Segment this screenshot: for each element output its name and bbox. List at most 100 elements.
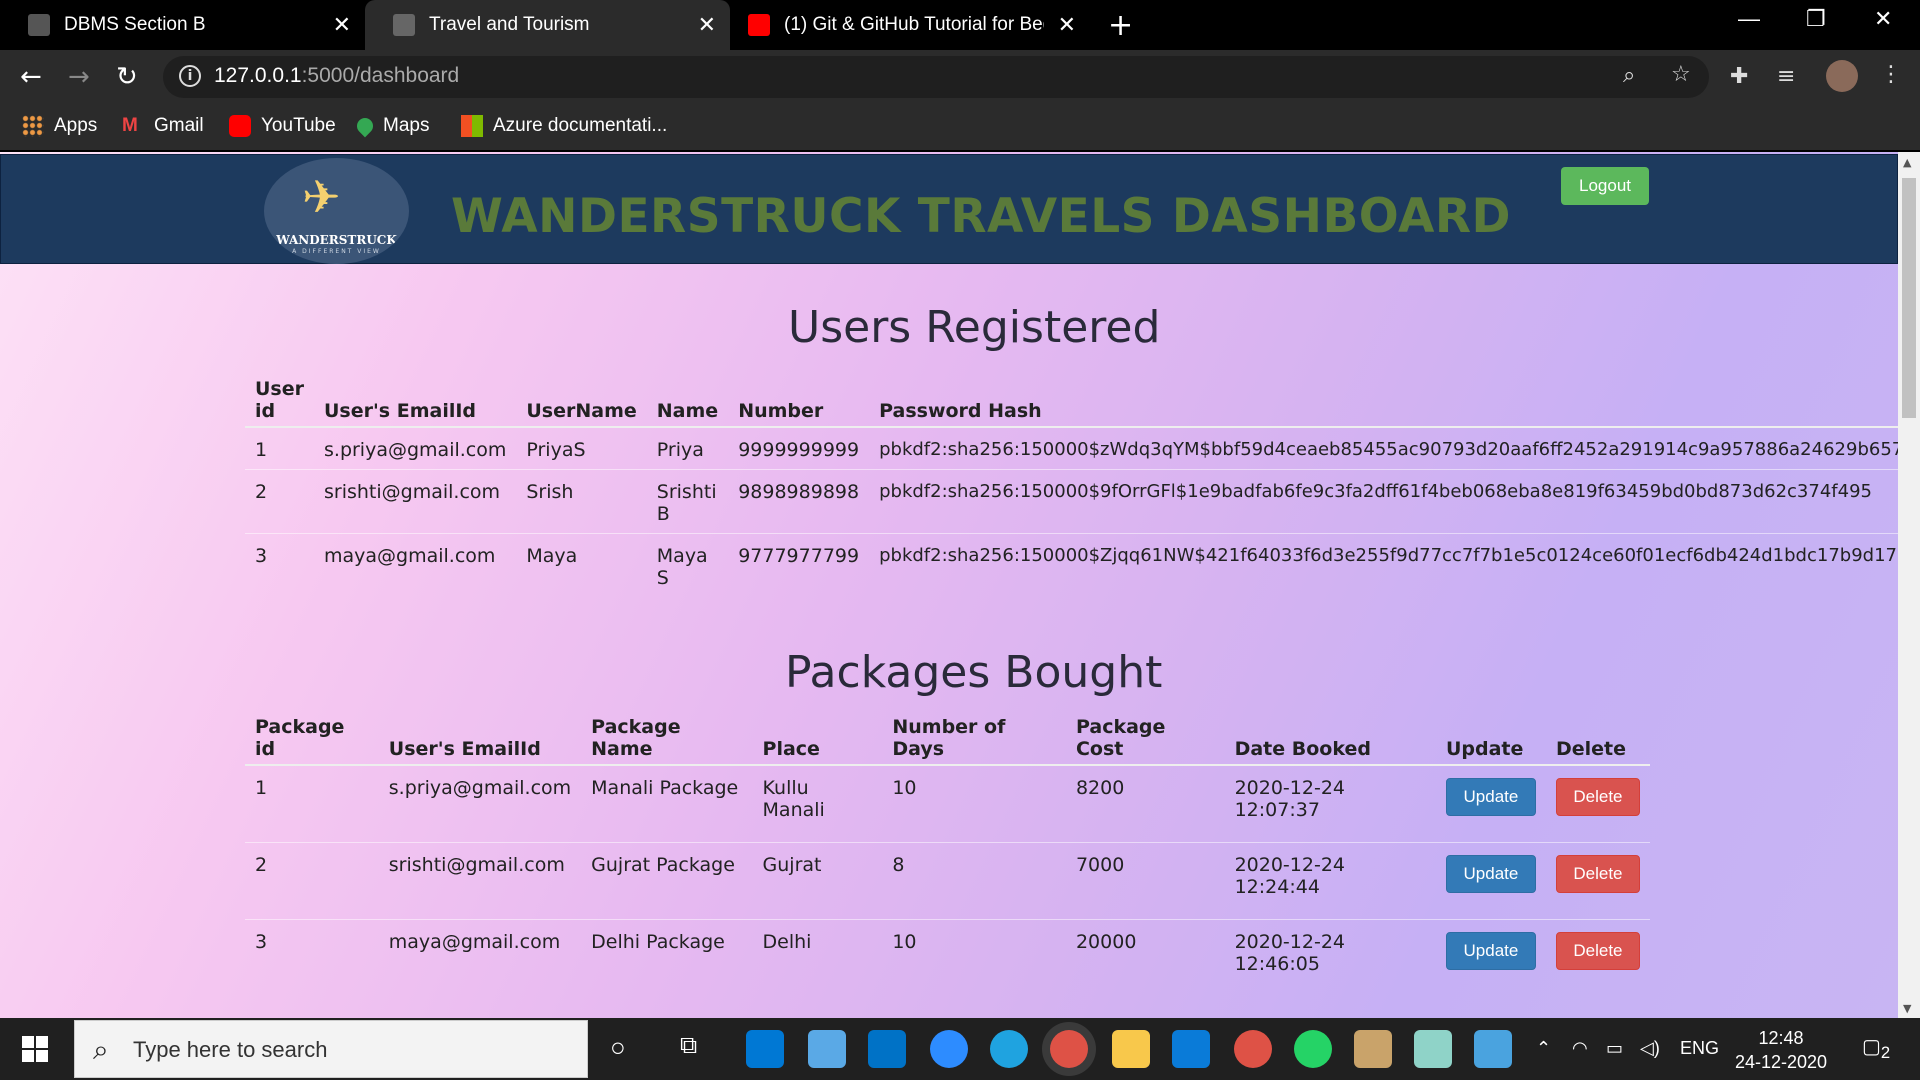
url-text[interactable]: 127.0.0.1:5000/dashboard: [214, 64, 459, 88]
tab-dbms[interactable]: DBMS Section B ✕: [0, 0, 365, 50]
table-cell: 1: [245, 426, 314, 470]
update-button[interactable]: Update: [1445, 931, 1536, 970]
volume-icon[interactable]: ◁): [1640, 1038, 1660, 1059]
table-cell: 2020-12-24 12:07:37: [1224, 764, 1436, 842]
update-button[interactable]: Update: [1445, 854, 1536, 893]
table-cell: 20000: [1065, 918, 1225, 996]
zoom-app-icon[interactable]: [930, 1030, 968, 1068]
logout-button[interactable]: Logout: [1561, 167, 1649, 205]
bookmark-apps[interactable]: Apps: [22, 115, 97, 137]
restore-icon[interactable]: ❐: [1806, 6, 1826, 32]
taskbar-search-input[interactable]: ⌕ Type here to search: [74, 1020, 588, 1078]
reload-icon[interactable]: ↻: [116, 62, 138, 92]
column-header: Place: [752, 712, 883, 766]
table-row: 2 srishti@gmail.com Gujrat Package Gujrat 8 7…: [245, 841, 1650, 919]
bookmark-gmail[interactable]: M Gmail: [122, 115, 204, 137]
extensions-icon[interactable]: ✚: [1730, 64, 1748, 89]
clock[interactable]: 12:48 24-12-2020: [1716, 1026, 1846, 1074]
paint-icon[interactable]: [1354, 1030, 1392, 1068]
language-indicator[interactable]: ENG: [1680, 1038, 1719, 1059]
forward-icon[interactable]: →: [68, 62, 90, 92]
table-cell: pbkdf2:sha256:150000$9fOrrGFl$1e9badfab6…: [869, 469, 1898, 534]
packages-table: Package id User's EmailId Package Name Plac…: [245, 712, 1650, 996]
table-cell: 2: [245, 469, 314, 534]
column-header: User's EmailId: [314, 374, 517, 428]
scroll-thumb[interactable]: [1902, 178, 1916, 418]
address-bar[interactable]: i 127.0.0.1:5000/dashboard ⌕ ☆: [163, 56, 1709, 98]
store-icon[interactable]: [746, 1030, 784, 1068]
delete-button[interactable]: Delete: [1555, 778, 1640, 816]
table-row: 1 s.priya@gmail.com PriyaS Priya 9999999999 p…: [245, 426, 1898, 470]
edge-icon[interactable]: [990, 1030, 1028, 1068]
table-cell: s.priya@gmail.com: [314, 426, 517, 470]
chevron-up-icon[interactable]: ⌃: [1536, 1038, 1551, 1059]
tab-youtube[interactable]: (1) Git & GitHub Tutorial for Begi ✕: [730, 0, 1090, 50]
media-icon[interactable]: ≡: [1777, 64, 1795, 89]
task-view-icon[interactable]: ⧉: [680, 1032, 697, 1060]
minimize-icon[interactable]: —: [1738, 6, 1760, 32]
table-cell: PriyaS: [516, 426, 647, 470]
close-icon[interactable]: ✕: [698, 12, 716, 38]
vscode-icon[interactable]: [1172, 1030, 1210, 1068]
tab-travel[interactable]: Travel and Tourism ✕: [365, 0, 730, 50]
table-cell: 3: [245, 533, 314, 597]
table-cell: Priya: [646, 426, 729, 470]
column-header: Number of Days: [882, 712, 1066, 766]
desktop-app-icon[interactable]: [808, 1030, 846, 1068]
info-icon[interactable]: i: [179, 65, 201, 87]
table-row: 3 maya@gmail.com Delhi Package Delhi 10 20000…: [245, 918, 1650, 996]
back-icon[interactable]: ←: [20, 62, 42, 92]
table-cell: Delhi: [752, 918, 883, 996]
photos-icon[interactable]: [1474, 1030, 1512, 1068]
table-cell: 2: [245, 841, 379, 919]
column-header: Package Cost: [1065, 712, 1225, 766]
bookmark-azure[interactable]: Azure documentati...: [461, 115, 667, 137]
table-cell: Srishti B: [646, 469, 729, 534]
table-cell: maya@gmail.com: [378, 918, 582, 996]
windows-start-icon[interactable]: [22, 1036, 48, 1062]
chrome-icon[interactable]: [1050, 1030, 1088, 1068]
scroll-up-icon[interactable]: ▲: [1903, 156, 1911, 169]
tab-strip: DBMS Section B ✕ Travel and Tourism ✕ (1…: [0, 0, 1920, 50]
delete-button[interactable]: Delete: [1555, 931, 1640, 970]
table-cell: pbkdf2:sha256:150000$Zjqq61NW$421f64033f…: [869, 533, 1898, 597]
notes-icon[interactable]: [1414, 1030, 1452, 1068]
whatsapp-icon[interactable]: [1294, 1030, 1332, 1068]
notifications-icon[interactable]: ▢2: [1862, 1034, 1890, 1063]
cortana-icon[interactable]: ○: [610, 1032, 626, 1063]
column-header: Name: [646, 374, 729, 428]
avatar[interactable]: [1826, 60, 1858, 92]
bookmark-maps[interactable]: Maps: [353, 114, 429, 138]
table-cell: 2020-12-24 12:24:44: [1224, 841, 1436, 919]
menu-icon[interactable]: ⋮: [1880, 62, 1902, 87]
mail-icon[interactable]: [868, 1030, 906, 1068]
scroll-down-icon[interactable]: ▼: [1903, 1002, 1911, 1015]
battery-icon[interactable]: ▭: [1606, 1038, 1623, 1059]
update-cell: Update: [1435, 764, 1546, 842]
delete-button[interactable]: Delete: [1555, 854, 1640, 893]
table-cell: 9898989898: [728, 469, 870, 534]
bookmark-youtube[interactable]: YouTube: [229, 115, 336, 137]
youtube-icon: [229, 115, 251, 137]
close-window-icon[interactable]: ✕: [1874, 6, 1892, 32]
close-icon[interactable]: ✕: [1058, 12, 1076, 38]
update-button[interactable]: Update: [1445, 778, 1536, 816]
table-cell: pbkdf2:sha256:150000$zWdq3qYM$bbf59d4cea…: [869, 426, 1898, 470]
close-icon[interactable]: ✕: [333, 12, 351, 38]
column-header: Update: [1435, 712, 1546, 766]
new-tab-icon[interactable]: +: [1108, 8, 1133, 43]
file-explorer-icon[interactable]: [1112, 1030, 1150, 1068]
table-cell: Manali Package: [581, 764, 753, 842]
star-icon[interactable]: ☆: [1671, 62, 1691, 87]
table-cell: Delhi Package: [581, 918, 753, 996]
table-cell: 10: [882, 764, 1066, 842]
classroom-icon: [28, 14, 50, 36]
page-scrollbar[interactable]: ▲ ▼: [1898, 152, 1920, 1018]
zoom-icon[interactable]: ⌕: [1623, 63, 1635, 88]
wifi-icon[interactable]: ◠: [1572, 1038, 1588, 1059]
maps-icon: [353, 114, 377, 138]
tab-title: DBMS Section B: [64, 14, 206, 35]
chrome-profile-icon[interactable]: [1234, 1030, 1272, 1068]
users-table: User id User's EmailId UserName Name Number P…: [245, 374, 1898, 597]
column-header: Password Hash: [869, 374, 1898, 428]
